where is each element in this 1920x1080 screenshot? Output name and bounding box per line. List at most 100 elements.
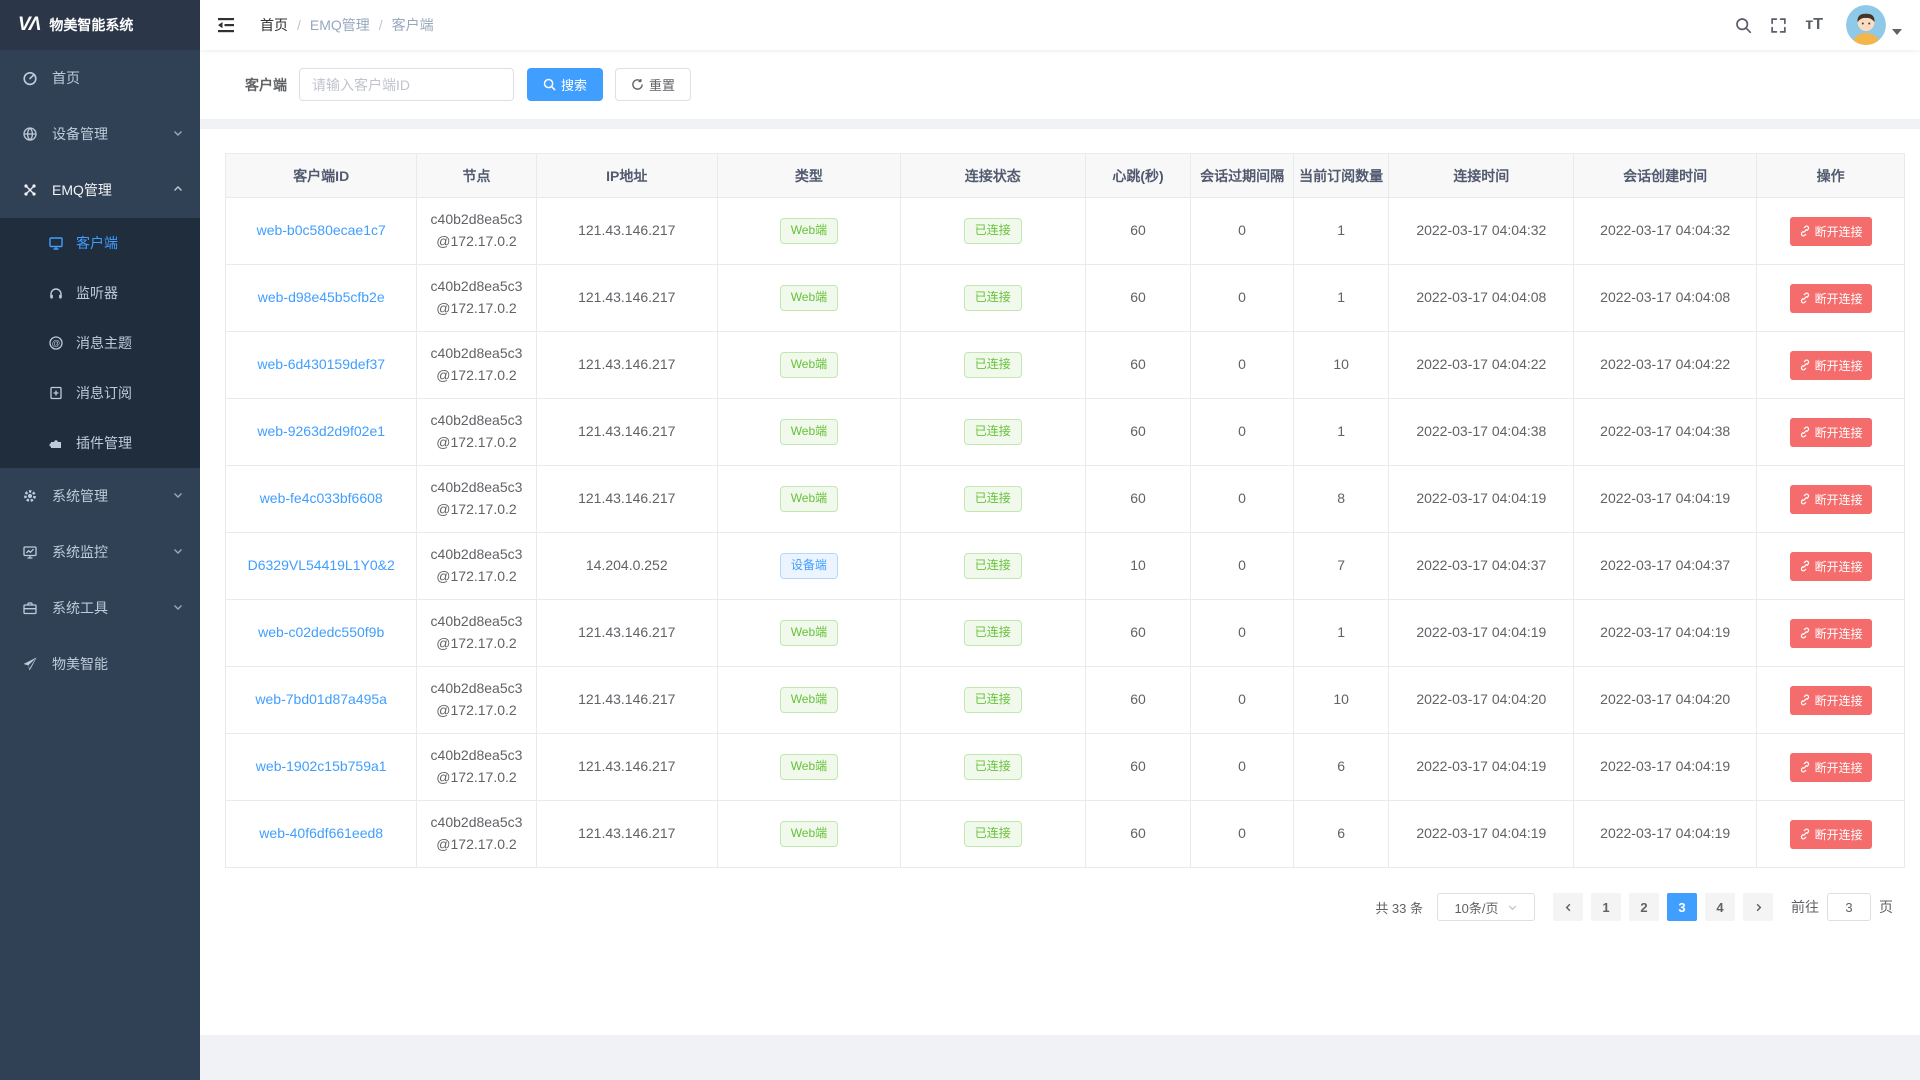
caret-down-icon[interactable] (1892, 29, 1902, 35)
chevron-down-icon (172, 544, 184, 560)
expiry-value: 0 (1238, 624, 1246, 640)
client-id-link[interactable]: web-40f6df661eed8 (259, 825, 383, 841)
heartbeat-cell: 60 (1085, 667, 1191, 734)
sidebar-item-topics[interactable]: @ 消息主题 (0, 318, 200, 368)
connect-time-cell: 2022-03-17 04:04:08 (1389, 265, 1574, 332)
sidebar-item-label: 首页 (52, 68, 80, 88)
node-value: c40b2d8ea5c3@172.17.0.2 (417, 209, 535, 252)
ip-value: 121.43.146.217 (578, 624, 675, 640)
client-id-input[interactable] (299, 68, 514, 101)
action-cell: 断开连接 (1757, 399, 1905, 466)
sidebar-item-clients[interactable]: 客户端 (0, 218, 200, 268)
page-button-4[interactable]: 4 (1705, 893, 1735, 921)
search-icon[interactable] (1726, 17, 1761, 34)
disconnect-button[interactable]: 断开连接 (1790, 351, 1872, 380)
broken-link-icon (1799, 292, 1811, 304)
globe-icon (22, 126, 38, 142)
client-id-link[interactable]: web-d98e45b5cfb2e (258, 289, 385, 305)
fullscreen-icon[interactable] (1761, 17, 1796, 34)
expiry-cell: 0 (1191, 667, 1293, 734)
sidebar: VΛ 物美智能系统 首页 设备管理 EMQ管理 (0, 0, 200, 1080)
page-button-3-active[interactable]: 3 (1667, 893, 1697, 921)
sidebar-item-emq[interactable]: EMQ管理 (0, 162, 200, 218)
sidebar-item-system-monitor[interactable]: 系统监控 (0, 524, 200, 580)
disconnect-button[interactable]: 断开连接 (1790, 753, 1872, 782)
reset-button[interactable]: 重置 (615, 68, 691, 101)
connect-time-value: 2022-03-17 04:04:19 (1416, 624, 1546, 640)
client-id-link[interactable]: web-b0c580ecae1c7 (257, 222, 386, 238)
heartbeat-value: 10 (1130, 557, 1146, 573)
client-id-link[interactable]: web-fe4c033bf6608 (260, 490, 383, 506)
filter-bar: 客户端 搜索 重置 (200, 50, 1920, 119)
disconnect-button-label: 断开连接 (1815, 759, 1863, 776)
breadcrumb-home[interactable]: 首页 (260, 15, 288, 35)
avatar[interactable] (1846, 5, 1886, 45)
ip-cell: 121.43.146.217 (536, 399, 717, 466)
expiry-value: 0 (1238, 222, 1246, 238)
action-cell: 断开连接 (1757, 265, 1905, 332)
node-value: c40b2d8ea5c3@172.17.0.2 (417, 611, 535, 654)
sidebar-item-subscriptions[interactable]: 消息订阅 (0, 368, 200, 418)
prev-page-button[interactable] (1553, 893, 1583, 921)
heartbeat-value: 60 (1130, 289, 1146, 305)
subscriptions-cell: 1 (1293, 265, 1389, 332)
font-size-icon[interactable]: тT (1796, 16, 1832, 34)
sidebar-collapse-button[interactable] (200, 0, 252, 50)
connect-time-value: 2022-03-17 04:04:38 (1416, 423, 1546, 439)
monitor-chart-icon (22, 544, 38, 560)
heartbeat-value: 60 (1130, 691, 1146, 707)
node-value: c40b2d8ea5c3@172.17.0.2 (417, 678, 535, 721)
sidebar-item-label: 系统监控 (52, 542, 108, 562)
disconnect-button[interactable]: 断开连接 (1790, 619, 1872, 648)
jump-page-input[interactable] (1827, 893, 1871, 921)
disconnect-button[interactable]: 断开连接 (1790, 686, 1872, 715)
session-create-time-cell: 2022-03-17 04:04:19 (1574, 600, 1757, 667)
reset-button-label: 重置 (649, 75, 675, 94)
heartbeat-value: 60 (1130, 356, 1146, 372)
client-id-link[interactable]: web-6d430159def37 (257, 356, 385, 372)
client-id-link[interactable]: web-1902c15b759a1 (256, 758, 387, 774)
ip-value: 14.204.0.252 (586, 557, 668, 573)
logo-bar[interactable]: VΛ 物美智能系统 (0, 0, 200, 50)
disconnect-button[interactable]: 断开连接 (1790, 485, 1872, 514)
expiry-cell: 0 (1191, 399, 1293, 466)
page-button-2[interactable]: 2 (1629, 893, 1659, 921)
node-cell: c40b2d8ea5c3@172.17.0.2 (417, 734, 536, 801)
client-id-link[interactable]: web-c02dedc550f9b (258, 624, 384, 640)
sidebar-item-system-admin[interactable]: 系统管理 (0, 468, 200, 524)
page-size-select[interactable]: 10条/页 (1437, 893, 1535, 921)
client-id-label: 客户端 (245, 75, 287, 95)
heartbeat-cell: 60 (1085, 332, 1191, 399)
connect-time-value: 2022-03-17 04:04:19 (1416, 825, 1546, 841)
node-value: c40b2d8ea5c3@172.17.0.2 (417, 477, 535, 520)
type-badge: Web端 (780, 687, 838, 713)
sidebar-item-listeners[interactable]: 监听器 (0, 268, 200, 318)
connect-time-cell: 2022-03-17 04:04:37 (1389, 533, 1574, 600)
connect-time-cell: 2022-03-17 04:04:38 (1389, 399, 1574, 466)
expiry-cell: 0 (1191, 332, 1293, 399)
next-page-button[interactable] (1743, 893, 1773, 921)
disconnect-button[interactable]: 断开连接 (1790, 820, 1872, 849)
sidebar-item-wumei-smart[interactable]: 物美智能 (0, 636, 200, 692)
disconnect-button[interactable]: 断开连接 (1790, 552, 1872, 581)
sidebar-item-label: 物美智能 (52, 654, 108, 674)
client-id-link[interactable]: web-9263d2d9f02e1 (257, 423, 385, 439)
sidebar-menu: 首页 设备管理 EMQ管理 客户端 (0, 50, 200, 692)
table-row: D6329VL54419L1Y0&2c40b2d8ea5c3@172.17.0.… (226, 533, 1905, 600)
client-id-cell: D6329VL54419L1Y0&2 (226, 533, 417, 600)
sidebar-item-plugins[interactable]: 插件管理 (0, 418, 200, 468)
page-button-1[interactable]: 1 (1591, 893, 1621, 921)
disconnect-button[interactable]: 断开连接 (1790, 217, 1872, 246)
search-button[interactable]: 搜索 (527, 68, 603, 101)
type-cell: Web端 (717, 600, 900, 667)
client-id-link[interactable]: web-7bd01d87a495a (255, 691, 387, 707)
disconnect-button[interactable]: 断开连接 (1790, 418, 1872, 447)
navbar-right: тT (1726, 5, 1920, 45)
disconnect-button[interactable]: 断开连接 (1790, 284, 1872, 313)
sidebar-item-home[interactable]: 首页 (0, 50, 200, 106)
subscriptions-value: 10 (1333, 691, 1349, 707)
sidebar-item-system-tools[interactable]: 系统工具 (0, 580, 200, 636)
sidebar-item-devices[interactable]: 设备管理 (0, 106, 200, 162)
client-id-link[interactable]: D6329VL54419L1Y0&2 (248, 557, 395, 573)
heartbeat-cell: 60 (1085, 600, 1191, 667)
